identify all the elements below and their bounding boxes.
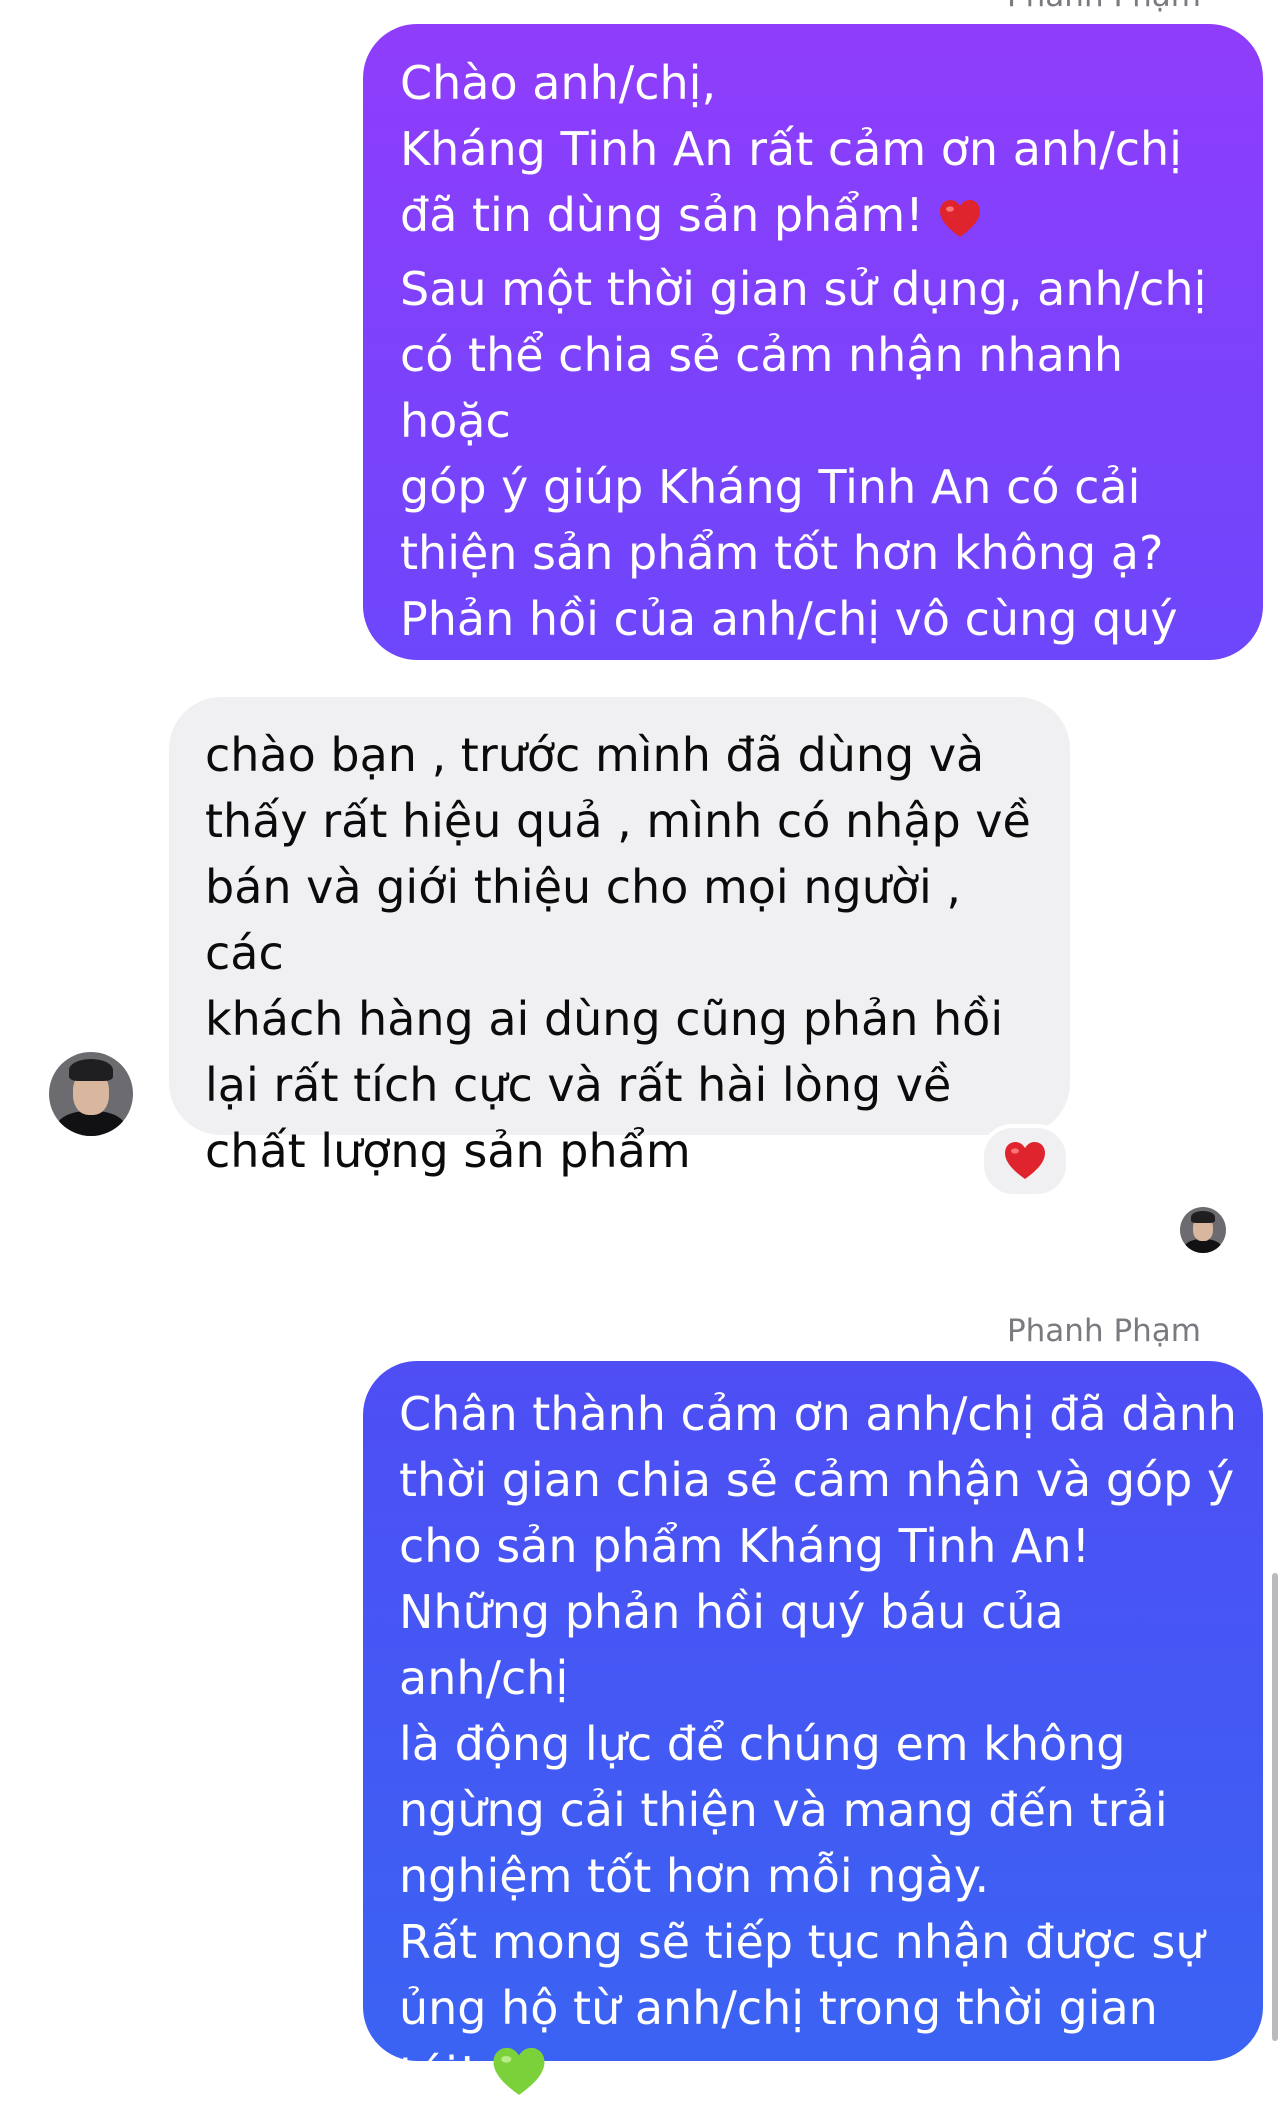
sender-name: Phanh Phạm <box>1007 0 1201 14</box>
message-text-continued: Sau một thời gian sử dụng, anh/chị có th… <box>400 262 1207 712</box>
incoming-message-bubble[interactable]: chào bạn , trước mình đã dùng và thấy rấ… <box>169 697 1070 1178</box>
scrollbar[interactable] <box>1272 1573 1278 2041</box>
outgoing-message-bubble[interactable]: Chân thành cảm ơn anh/chị đã dành thời g… <box>363 1361 1263 2101</box>
green-heart-icon <box>491 2046 547 2115</box>
red-heart-icon <box>938 190 982 256</box>
message-text: Chào anh/chị, Kháng Tinh An rất cảm ơn a… <box>400 56 1182 242</box>
sender-name: Phanh Phạm <box>1006 1313 1201 1349</box>
message-thread[interactable]: Phanh Phạm Chào anh/chị, Kháng Tinh An r… <box>0 0 1284 2101</box>
message-text: Chân thành cảm ơn anh/chị đã dành thời g… <box>399 1387 1237 2101</box>
outgoing-message-bubble[interactable]: Chào anh/chị, Kháng Tinh An rất cảm ơn a… <box>363 24 1263 712</box>
contact-avatar[interactable] <box>49 1052 133 1136</box>
seen-receipt-avatar <box>1180 1207 1226 1253</box>
red-heart-icon <box>1005 1142 1045 1179</box>
message-reaction[interactable] <box>980 1124 1070 1198</box>
